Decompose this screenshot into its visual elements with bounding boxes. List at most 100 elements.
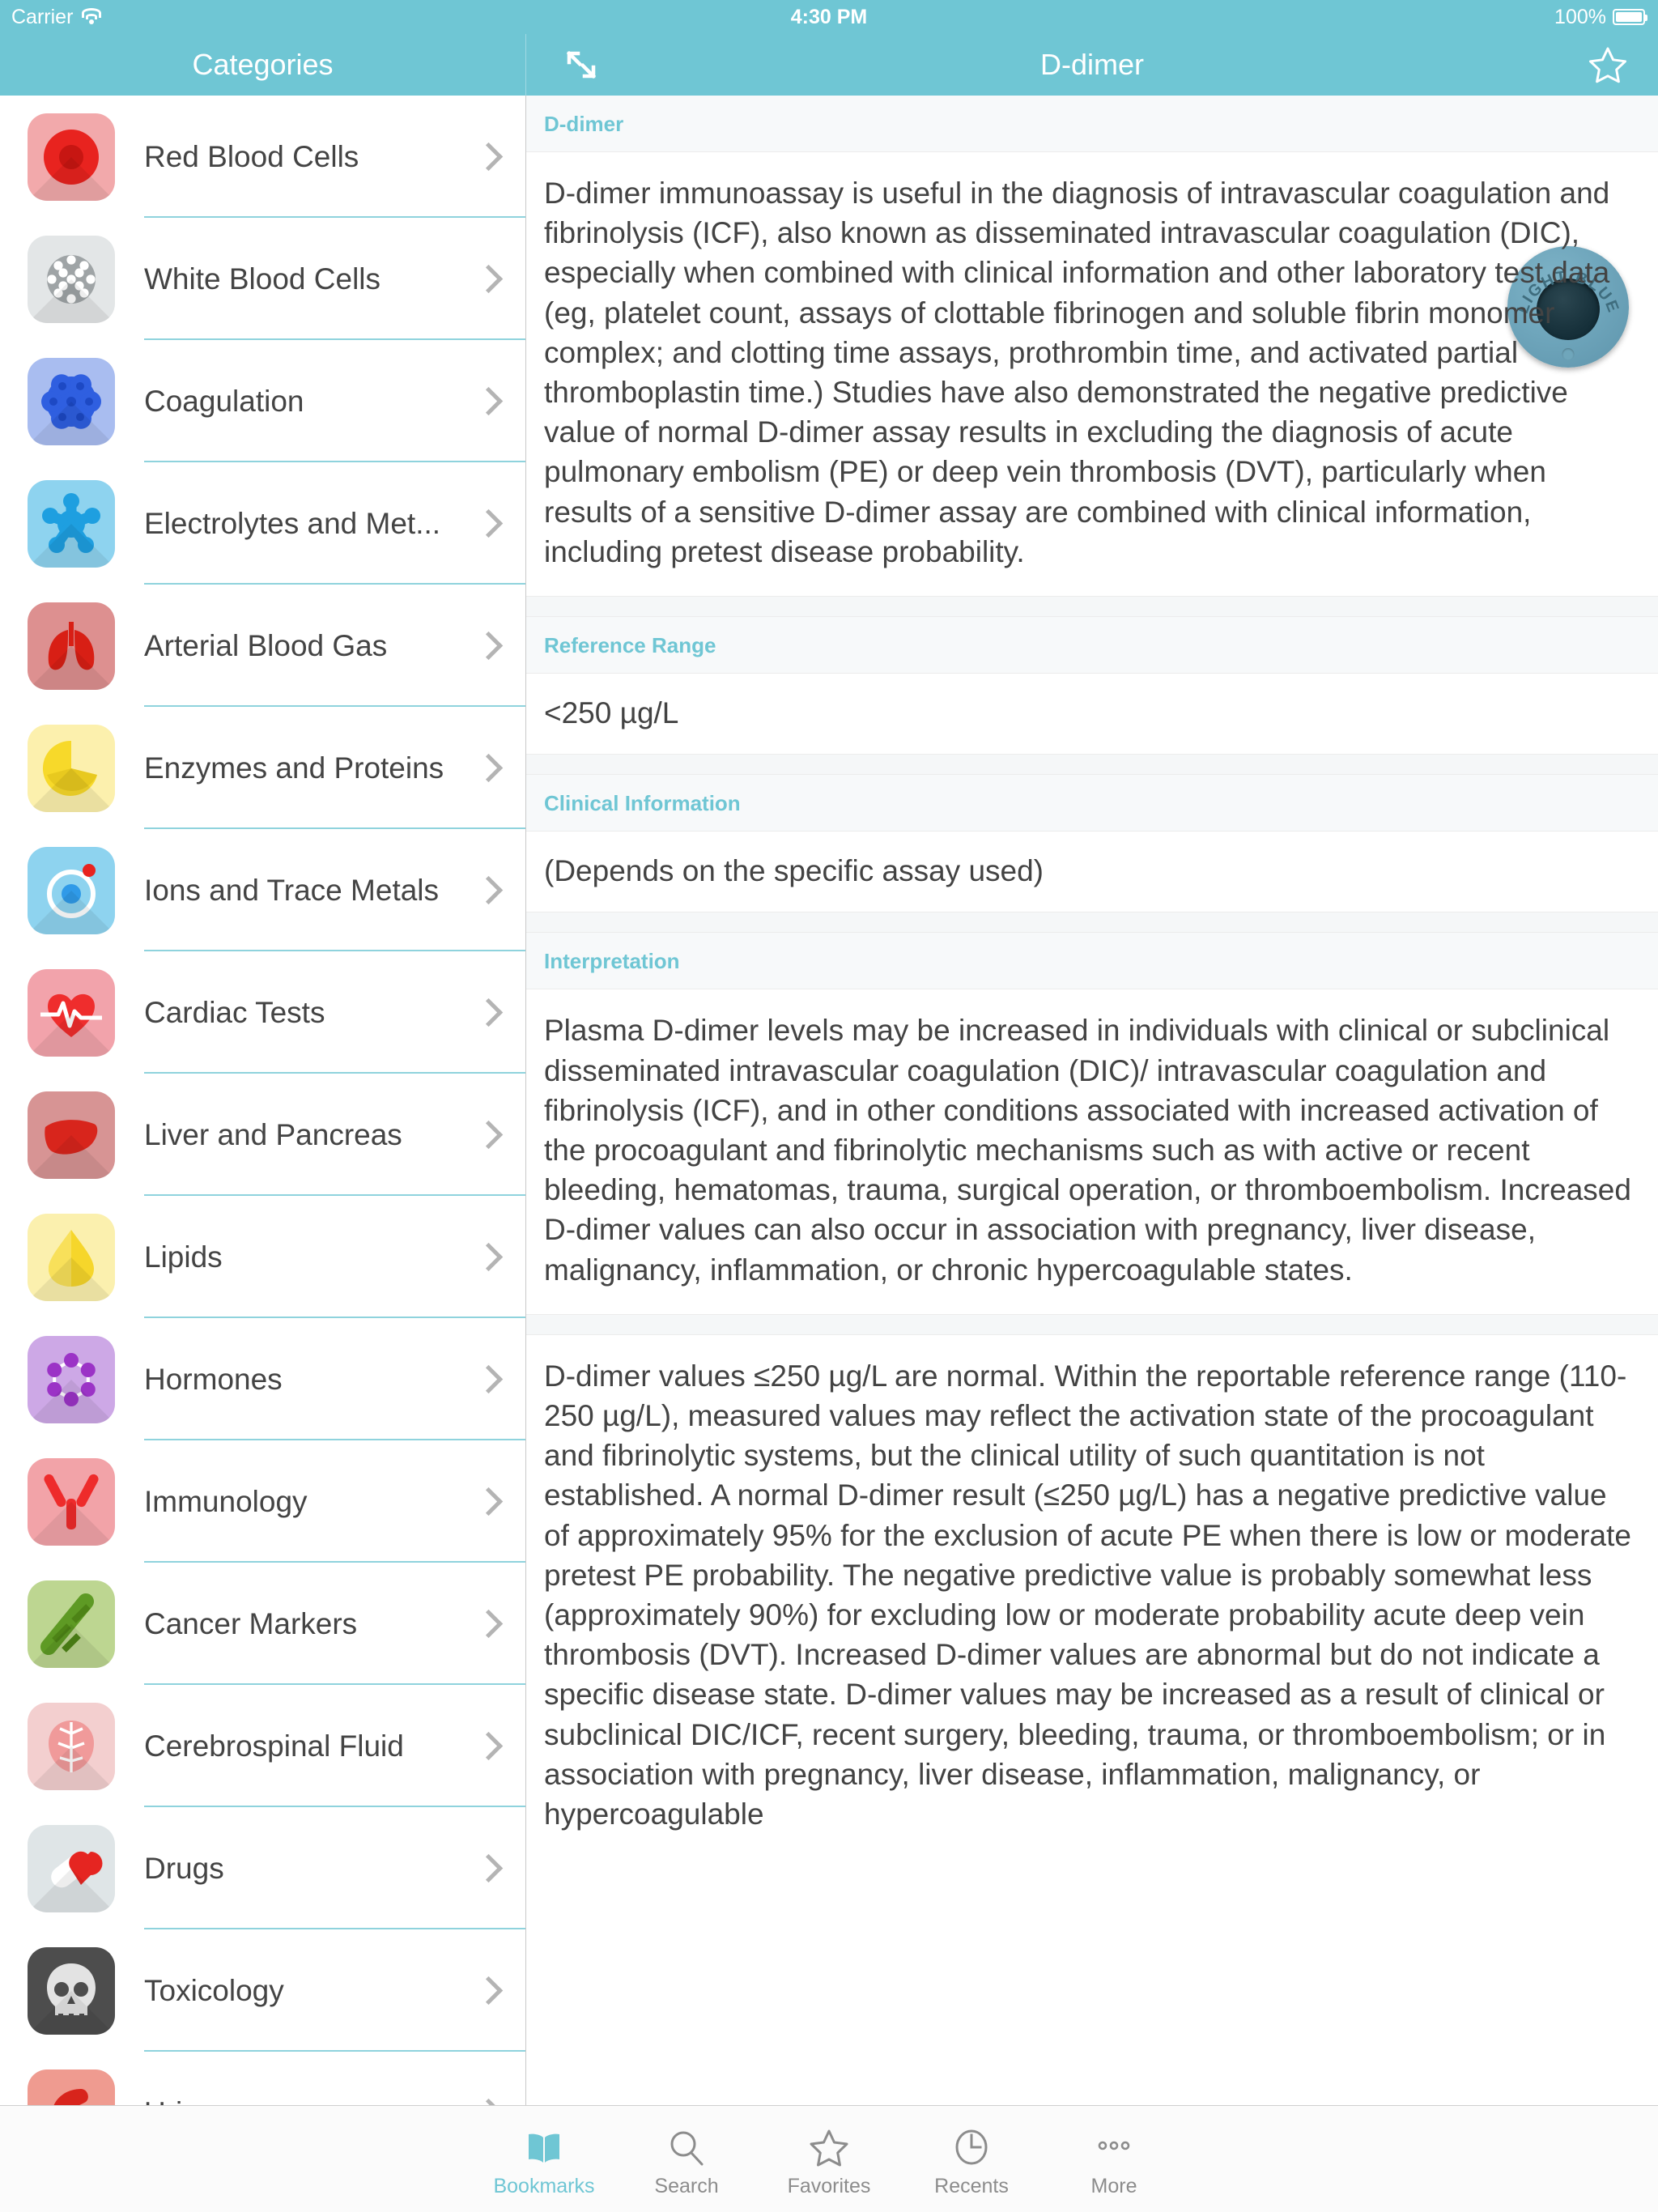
tab-favorites[interactable]: Favorites [758, 2120, 900, 2198]
section-gap [526, 1313, 1658, 1335]
sidebar-item-cancer-markers[interactable]: Cancer Markers [0, 1563, 525, 1685]
chevron-right-icon [478, 1731, 496, 1762]
categories-sidebar[interactable]: Red Blood Cells White Blood Cells Coagulat… [0, 96, 526, 2105]
status-bar-right: 100% [1554, 5, 1647, 29]
section-body: Plasma D-dimer levels may be increased i… [526, 989, 1658, 1313]
sidebar-item-red-blood-cells[interactable]: Red Blood Cells [0, 96, 525, 218]
section-body-text: D-dimer values ≤250 µg/L are normal. Wit… [544, 1359, 1631, 1831]
heart-ecg-icon [28, 968, 115, 1057]
chevron-right-icon [478, 1364, 496, 1395]
hormone-ring-icon [28, 1335, 115, 1423]
sidebar-item-coagulation[interactable]: Coagulation [0, 340, 525, 462]
section-heading: D-dimer [526, 96, 1658, 152]
brain-icon [28, 1702, 115, 1790]
tab-recents[interactable]: Recents [900, 2120, 1043, 2198]
chevron-right-icon [478, 2098, 496, 2106]
status-bar-clock: 4:30 PM [790, 5, 868, 28]
sidebar-item-label: Urine [144, 2052, 525, 2105]
bottom-tab-bar[interactable]: Bookmarks Search Favorites Recents More [0, 2105, 1658, 2212]
sidebar-item-cerebrospinal-fluid[interactable]: Cerebrospinal Fluid [0, 1685, 525, 1807]
chevron-right-icon [478, 1120, 496, 1151]
chevron-right-icon [478, 753, 496, 784]
section-body: <250 µg/L [526, 674, 1658, 754]
chevron-right-icon [478, 1487, 496, 1517]
sidebar-item-label: Enzymes and Proteins [144, 751, 444, 785]
sidebar-item-urine[interactable]: Urine [0, 2052, 525, 2105]
back-button-label: Categories [192, 48, 334, 81]
section-body: D-dimer values ≤250 µg/L are normal. Wit… [526, 1335, 1658, 1858]
sidebar-item-cardiac-tests[interactable]: Cardiac Tests [0, 951, 525, 1074]
sidebar-item-drugs[interactable]: Drugs [0, 1807, 525, 1929]
page-title: D-dimer [1039, 48, 1144, 81]
lungs-icon [28, 602, 115, 690]
chevron-right-icon [478, 142, 496, 172]
tab-search[interactable]: Search [615, 2120, 758, 2198]
chevron-right-icon [478, 508, 496, 539]
book-icon [522, 2120, 566, 2170]
skull-icon [28, 1946, 115, 2035]
tab-label: More [1090, 2175, 1137, 2197]
sidebar-item-label: Cardiac Tests [144, 996, 325, 1029]
chevron-right-icon [478, 998, 496, 1028]
app-screen: Carrier 4:30 PM 100% Categories D-dimer [0, 0, 1658, 2212]
battery-percent-label: 100% [1554, 5, 1606, 28]
sidebar-item-electrolytes-and-met[interactable]: Electrolytes and Met... [0, 462, 525, 585]
clock-icon [950, 2120, 993, 2170]
liver-icon [28, 1091, 115, 1179]
sidebar-item-ions-and-trace-metals[interactable]: Ions and Trace Metals [0, 829, 525, 951]
section-heading: Interpretation [526, 933, 1658, 990]
section-heading: Reference Range [526, 617, 1658, 674]
tab-bookmarks[interactable]: Bookmarks [473, 2120, 615, 2198]
section-gap [526, 596, 1658, 618]
sidebar-item-white-blood-cells[interactable]: White Blood Cells [0, 218, 525, 340]
section-body-text: (Depends on the specific assay used) [544, 854, 1044, 888]
chevron-right-icon [478, 386, 496, 417]
chevron-right-icon [478, 875, 496, 906]
ellipsis-icon [1092, 2120, 1136, 2170]
section-body: D-dimer immunoassay is useful in the dia… [526, 152, 1658, 596]
status-bar: Carrier 4:30 PM 100% [0, 0, 1658, 34]
back-to-categories-button[interactable]: Categories [0, 34, 526, 96]
battery-icon [1613, 9, 1647, 25]
sidebar-item-enzymes-and-proteins[interactable]: Enzymes and Proteins [0, 707, 525, 829]
chevron-right-icon [478, 1853, 496, 1884]
sidebar-item-label: Cerebrospinal Fluid [144, 1729, 404, 1763]
sidebar-item-lipids[interactable]: Lipids [0, 1196, 525, 1318]
sidebar-item-label: Cancer Markers [144, 1607, 358, 1640]
search-icon [665, 2120, 708, 2170]
sidebar-item-label: Red Blood Cells [144, 140, 359, 173]
sidebar-item-label: Arterial Blood Gas [144, 629, 388, 662]
star-icon [807, 2120, 851, 2170]
chevron-right-icon [478, 1976, 496, 2006]
section-gap [526, 754, 1658, 776]
sidebar-item-immunology[interactable]: Immunology [0, 1440, 525, 1563]
red-blood-cell-icon [28, 113, 115, 201]
sidebar-item-label: Drugs [144, 1852, 224, 1885]
sidebar-item-hormones[interactable]: Hormones [0, 1318, 525, 1440]
sidebar-item-arterial-blood-gas[interactable]: Arterial Blood Gas [0, 585, 525, 707]
tab-more[interactable]: More [1043, 2120, 1185, 2198]
chevron-right-icon [478, 1609, 496, 1640]
tab-label: Favorites [787, 2175, 871, 2197]
tab-label: Bookmarks [493, 2175, 595, 2197]
chevron-right-icon [478, 264, 496, 295]
sidebar-item-toxicology[interactable]: Toxicology [0, 1929, 525, 2052]
sidebar-item-label: Lipids [144, 1240, 223, 1274]
section-body: (Depends on the specific assay used) [526, 832, 1658, 912]
tab-label: Search [654, 2175, 719, 2197]
chevron-right-icon [478, 631, 496, 661]
section-body-text: D-dimer immunoassay is useful in the dia… [544, 177, 1610, 568]
section-body-text: Plasma D-dimer levels may be increased i… [544, 1014, 1631, 1287]
enzyme-pac-icon [28, 724, 115, 812]
sidebar-item-liver-and-pancreas[interactable]: Liver and Pancreas [0, 1074, 525, 1196]
body-row: Red Blood Cells White Blood Cells Coagulat… [0, 96, 1658, 2105]
lipid-drop-icon [28, 1213, 115, 1301]
star-outline-icon[interactable] [1585, 42, 1630, 87]
sidebar-item-label: Ions and Trace Metals [144, 874, 440, 907]
molecule-icon [28, 479, 115, 568]
detail-content-scroll[interactable]: LIGHT BLUE D-dimer D-dimer immunoassay is… [526, 96, 1658, 2105]
sidebar-item-label: Toxicology [144, 1974, 284, 2007]
dna-strand-icon [28, 1580, 115, 1668]
kidney-icon [28, 2069, 115, 2105]
platelet-icon [28, 357, 115, 445]
